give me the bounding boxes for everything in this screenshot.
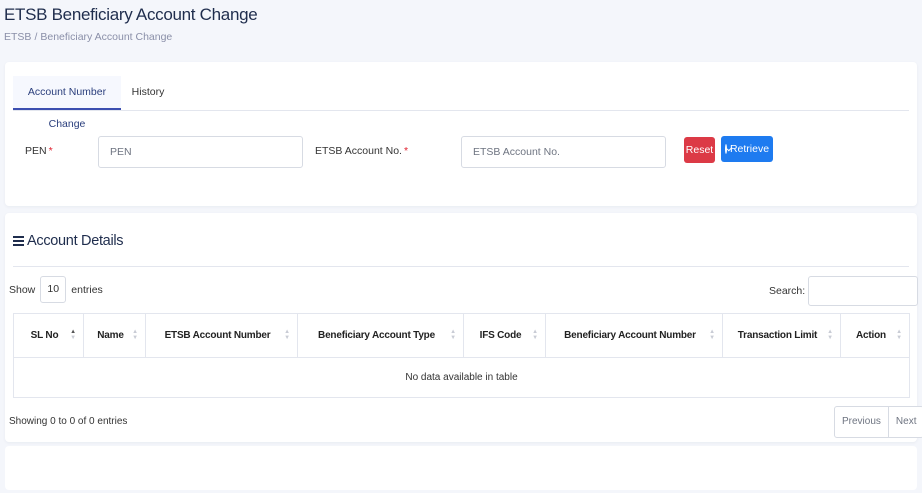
empty-table-message: No data available in table xyxy=(13,357,910,398)
pen-label-text: PEN xyxy=(25,145,47,157)
pagination: Previous Next xyxy=(834,406,922,438)
sort-icon: ▲ ▼ xyxy=(450,329,456,341)
column-header-beneficiary-account-type[interactable]: Beneficiary Account Type ▲ ▼ xyxy=(297,313,464,358)
page-title: ETSB Beneficiary Account Change xyxy=(4,5,258,24)
section-title: Account Details xyxy=(13,233,124,249)
pen-required-mark: * xyxy=(48,145,53,157)
table-info: Showing 0 to 0 of 0 entries xyxy=(9,416,128,427)
account-details-table: SL No ▲ ▼ Name ▲ ▼ ETSB Account Number ▲ ▼ Ben… xyxy=(13,313,910,398)
footer-panel xyxy=(5,446,917,490)
table-search: Search: xyxy=(769,276,919,306)
account-change-card: Account Number Change History PEN* ETSB … xyxy=(5,62,917,206)
pen-label: PEN * xyxy=(25,145,53,157)
entries-label: entries xyxy=(71,283,103,296)
column-header-beneficiary-account-number[interactable]: Beneficiary Account Number ▲ ▼ xyxy=(545,313,723,358)
sort-icon: ▲ ▼ xyxy=(284,329,290,341)
menu-lines-icon xyxy=(13,234,24,248)
retrieve-button-label: Retrieve xyxy=(729,143,770,155)
breadcrumb-item-current: Beneficiary Account Change xyxy=(40,31,173,43)
sort-icon: ▲ ▼ xyxy=(827,329,833,341)
breadcrumb: ETSB / Beneficiary Account Change xyxy=(4,31,172,43)
retrieve-button[interactable]: Retrieve xyxy=(721,136,773,162)
column-header-transaction-limit[interactable]: Transaction Limit ▲ ▼ xyxy=(722,313,841,358)
table-row-empty: No data available in table xyxy=(13,357,910,398)
section-title-text: Account Details xyxy=(27,233,124,249)
pen-input[interactable] xyxy=(98,136,303,168)
column-header-sl-no[interactable]: SL No ▲ ▼ xyxy=(13,313,84,358)
etsb-account-label: ETSB Account No. * xyxy=(315,145,408,157)
next-page-button[interactable]: Next xyxy=(887,407,922,437)
entries-length-control: Show 10 entries xyxy=(9,276,103,303)
tab-bar: Account Number Change History xyxy=(13,76,909,130)
sort-icon: ▲ ▼ xyxy=(896,329,902,341)
tab-account-number-change[interactable]: Account Number Change xyxy=(13,76,121,130)
show-label: Show xyxy=(9,283,36,296)
reset-button[interactable]: Reset xyxy=(684,137,715,163)
search-label: Search: xyxy=(769,285,806,297)
table-header-row: SL No ▲ ▼ Name ▲ ▼ ETSB Account Number ▲ ▼ Ben… xyxy=(13,313,910,358)
column-header-action[interactable]: Action ▲ ▼ xyxy=(840,313,910,358)
column-header-etsb-account-number[interactable]: ETSB Account Number ▲ ▼ xyxy=(145,313,298,358)
check-circle-icon xyxy=(724,144,727,154)
account-details-card: Account Details Show 10 entries Search: … xyxy=(5,213,922,442)
sort-icon: ▲ ▼ xyxy=(70,329,76,341)
tab-history[interactable]: History xyxy=(124,76,172,110)
section-divider xyxy=(13,266,909,267)
column-header-name[interactable]: Name ▲ ▼ xyxy=(83,313,146,358)
sort-icon: ▲ ▼ xyxy=(532,329,538,341)
breadcrumb-item-etsb[interactable]: ETSB xyxy=(4,31,31,43)
previous-page-button[interactable]: Previous xyxy=(835,407,888,437)
etsb-account-label-text: ETSB Account No. xyxy=(315,145,402,157)
search-input[interactable] xyxy=(808,276,919,306)
sort-icon: ▲ ▼ xyxy=(132,329,138,341)
sort-icon: ▲ ▼ xyxy=(709,329,715,341)
etsb-account-required-mark: * xyxy=(403,145,409,157)
entries-select[interactable]: 10 xyxy=(40,276,67,303)
column-header-ifs-code[interactable]: IFS Code ▲ ▼ xyxy=(463,313,546,358)
breadcrumb-separator: / xyxy=(34,31,38,43)
etsb-account-input[interactable] xyxy=(461,136,666,168)
